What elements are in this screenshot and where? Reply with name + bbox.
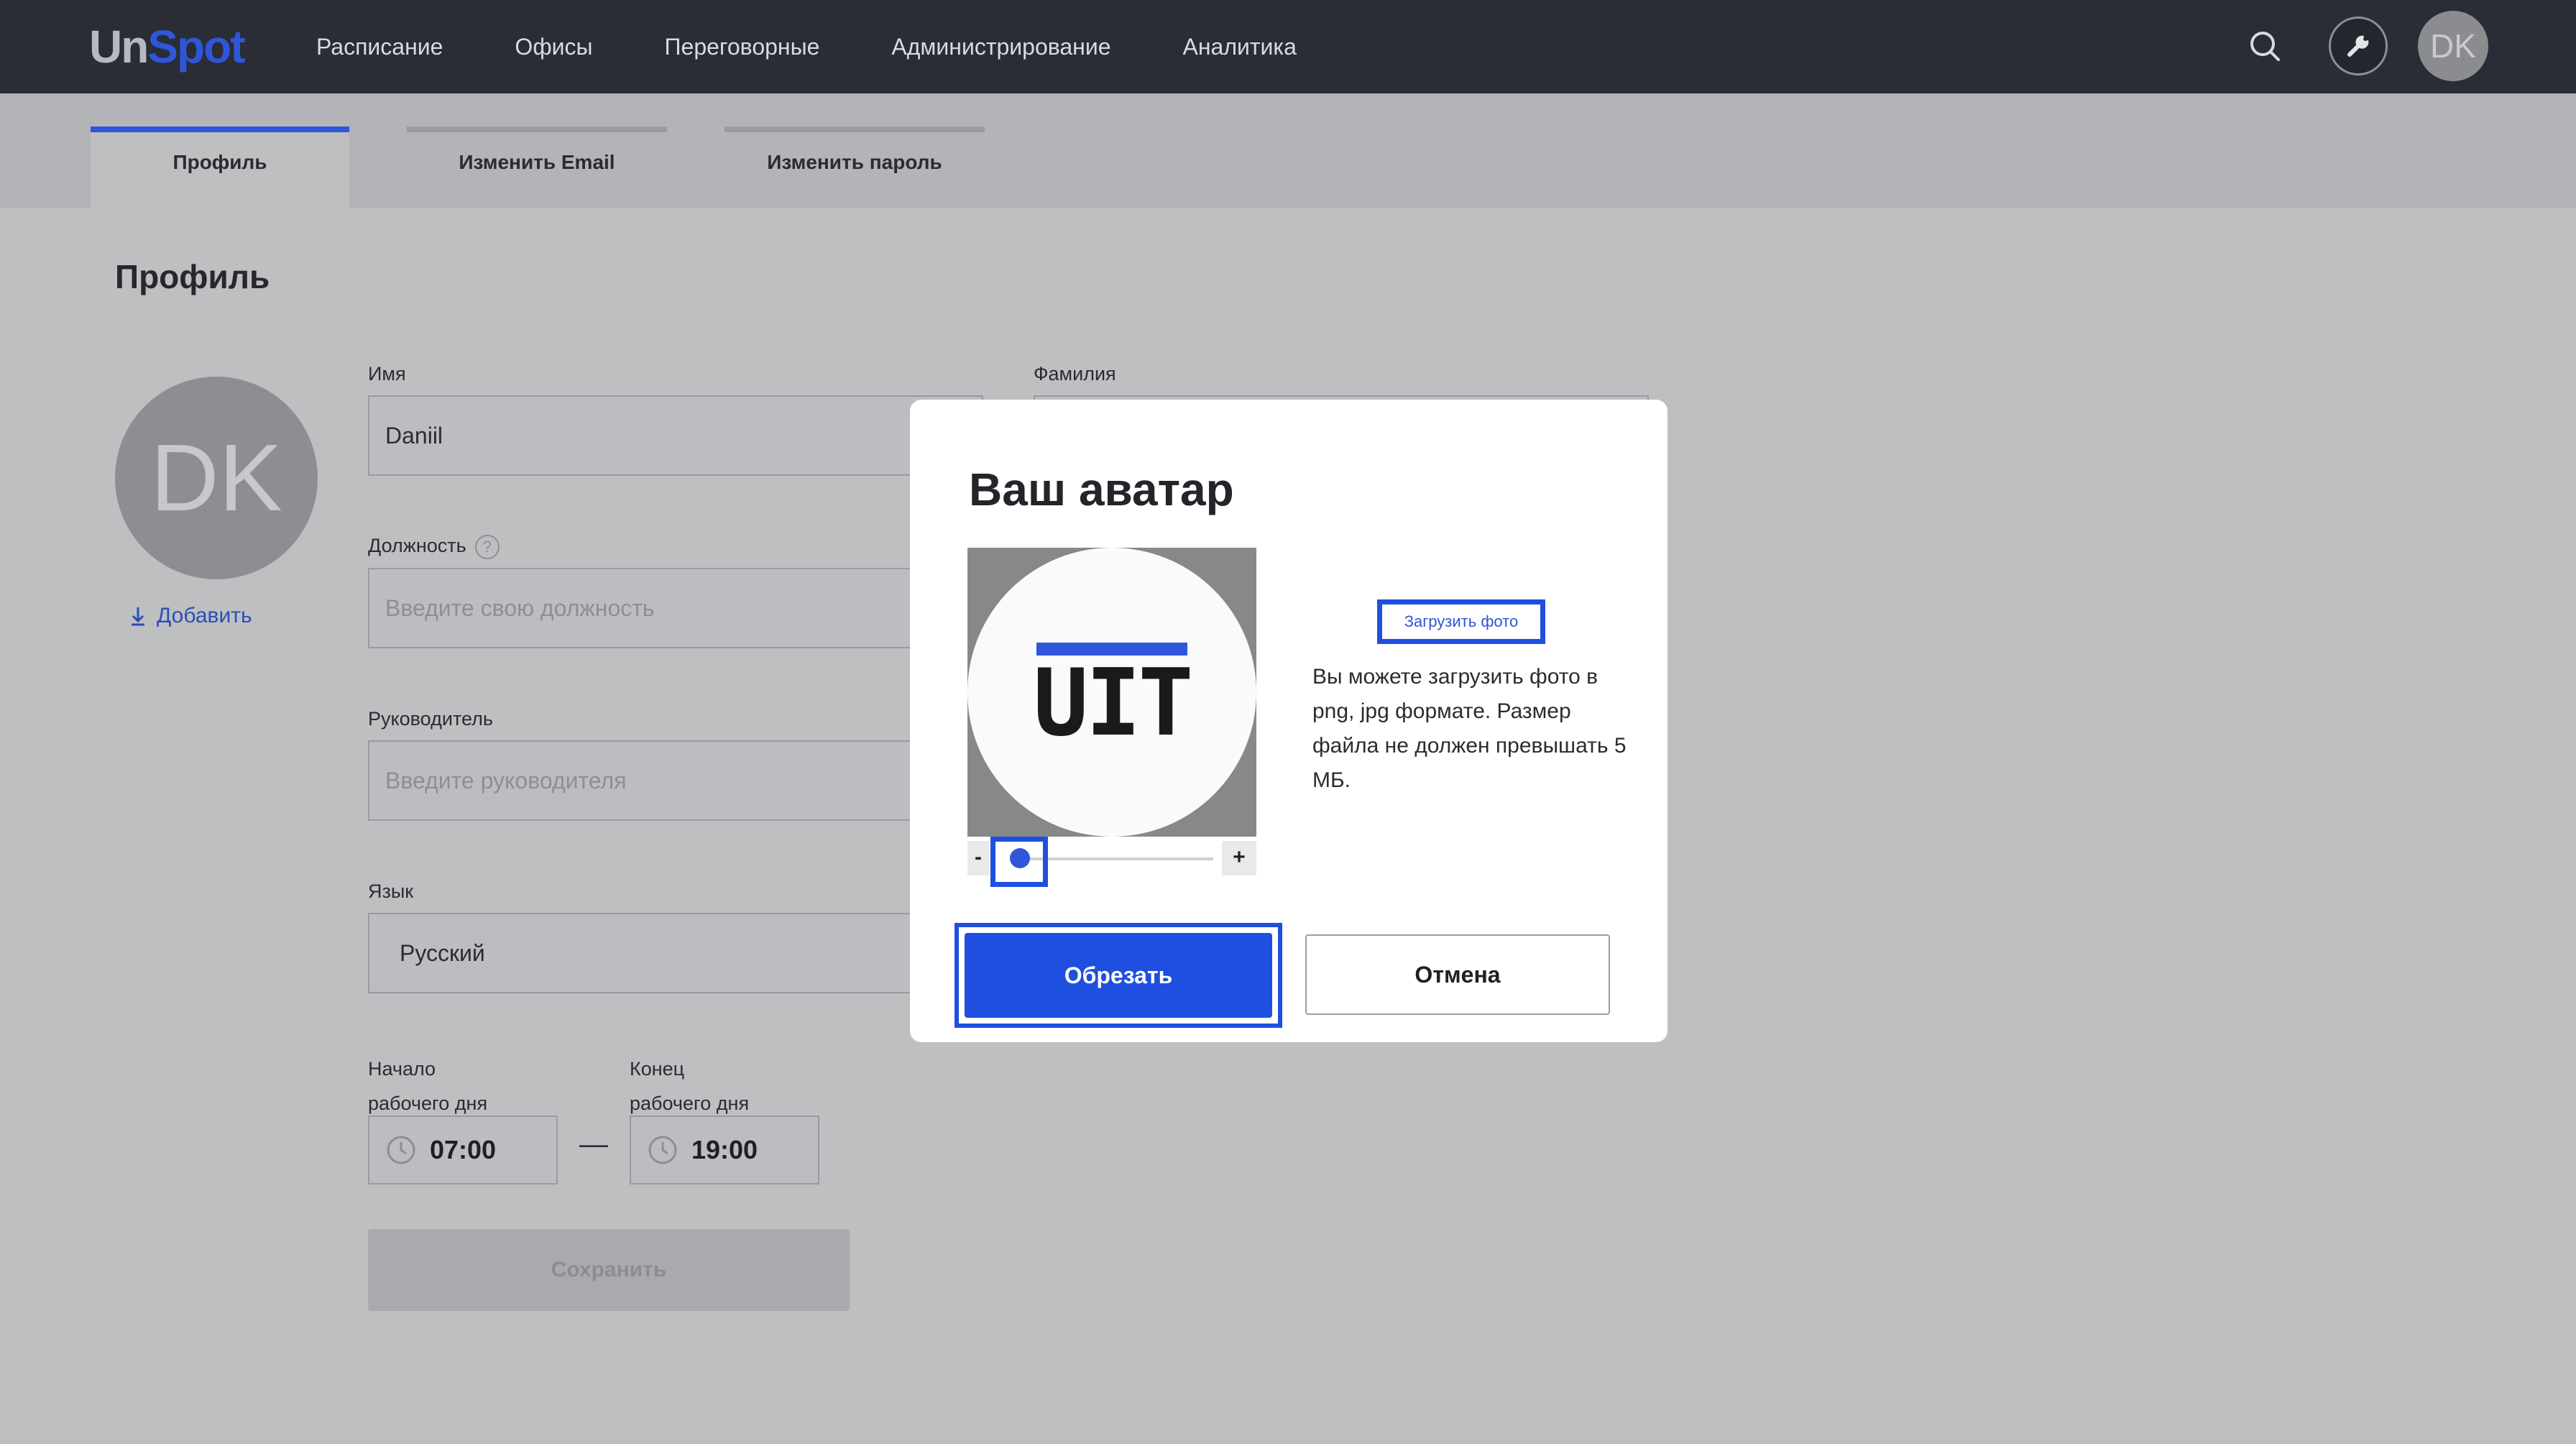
language-select[interactable]: Русский [368,913,983,993]
clock-icon [387,1136,415,1164]
nav-item-offices[interactable]: Офисы [515,0,592,93]
manager-input[interactable]: Введите руководителя [368,740,983,821]
download-arrow-icon [132,607,144,626]
zoom-out-button[interactable]: - [967,841,989,875]
first-name-label: Имя [368,363,406,385]
last-name-label: Фамилия [1034,363,1116,385]
tab-change-email[interactable]: Изменить Email [407,127,667,208]
uit-logo-text: UIT [1033,650,1193,757]
tab-change-password[interactable]: Изменить пароль [724,127,985,208]
profile-avatar: DK [115,377,318,579]
user-avatar[interactable]: DK [2418,11,2488,81]
zoom-slider-thumb[interactable] [1010,848,1030,868]
search-icon[interactable] [2245,27,2286,67]
manager-label: Руководитель [368,708,493,730]
work-start-label: Начало рабочего дня [368,1058,488,1114]
modal-title: Ваш аватар [969,464,1234,515]
tab-active-indicator [91,127,349,132]
page-title: Профиль [115,258,270,295]
avatar-crop-circle: UIT [967,548,1256,837]
cancel-button[interactable]: Отмена [1305,934,1610,1015]
help-icon[interactable]: ? [474,535,500,559]
clock-icon [648,1136,677,1164]
upload-note: Вы можете загрузить фото в png, jpg форм… [1312,665,1627,792]
nav-item-analytics[interactable]: Аналитика [1183,0,1297,93]
upload-photo-button[interactable]: Загрузить фото [1377,599,1545,644]
main-nav: Расписание Офисы Переговорные Администри… [316,0,1368,93]
avatar-modal: Ваш аватар UIT - + Загрузить фото Вы мож… [910,400,1668,1042]
profile-tabs-bar [0,93,2576,208]
add-avatar-link[interactable]: Добавить [129,604,252,628]
work-end-input[interactable]: 19:00 [630,1116,819,1185]
tab-profile[interactable]: Профиль [91,127,349,208]
work-start-input[interactable]: 07:00 [368,1116,558,1185]
tab-indicator [407,127,667,132]
top-navbar: UnSpot Расписание Офисы Переговорные Адм… [0,0,2576,93]
first-name-input[interactable]: Daniil [368,395,983,476]
time-range-dash: — [579,1128,608,1160]
position-input[interactable]: Введите свою должность [368,568,983,648]
zoom-in-button[interactable]: + [1222,841,1256,875]
crop-button[interactable]: Обрезать [965,933,1272,1018]
save-button[interactable]: Сохранить [368,1229,850,1311]
nav-item-administration[interactable]: Администрирование [891,0,1110,93]
language-label: Язык [368,880,414,902]
nav-item-schedule[interactable]: Расписание [316,0,443,93]
position-label: Должность? [368,535,500,559]
nav-item-meeting-rooms[interactable]: Переговорные [665,0,820,93]
tab-indicator [724,127,985,132]
work-end-label: Конец рабочего дня [630,1058,750,1114]
wrench-icon[interactable] [2329,17,2388,75]
unspot-logo[interactable]: UnSpot [89,16,246,78]
avatar-crop-area[interactable]: UIT [967,548,1256,837]
